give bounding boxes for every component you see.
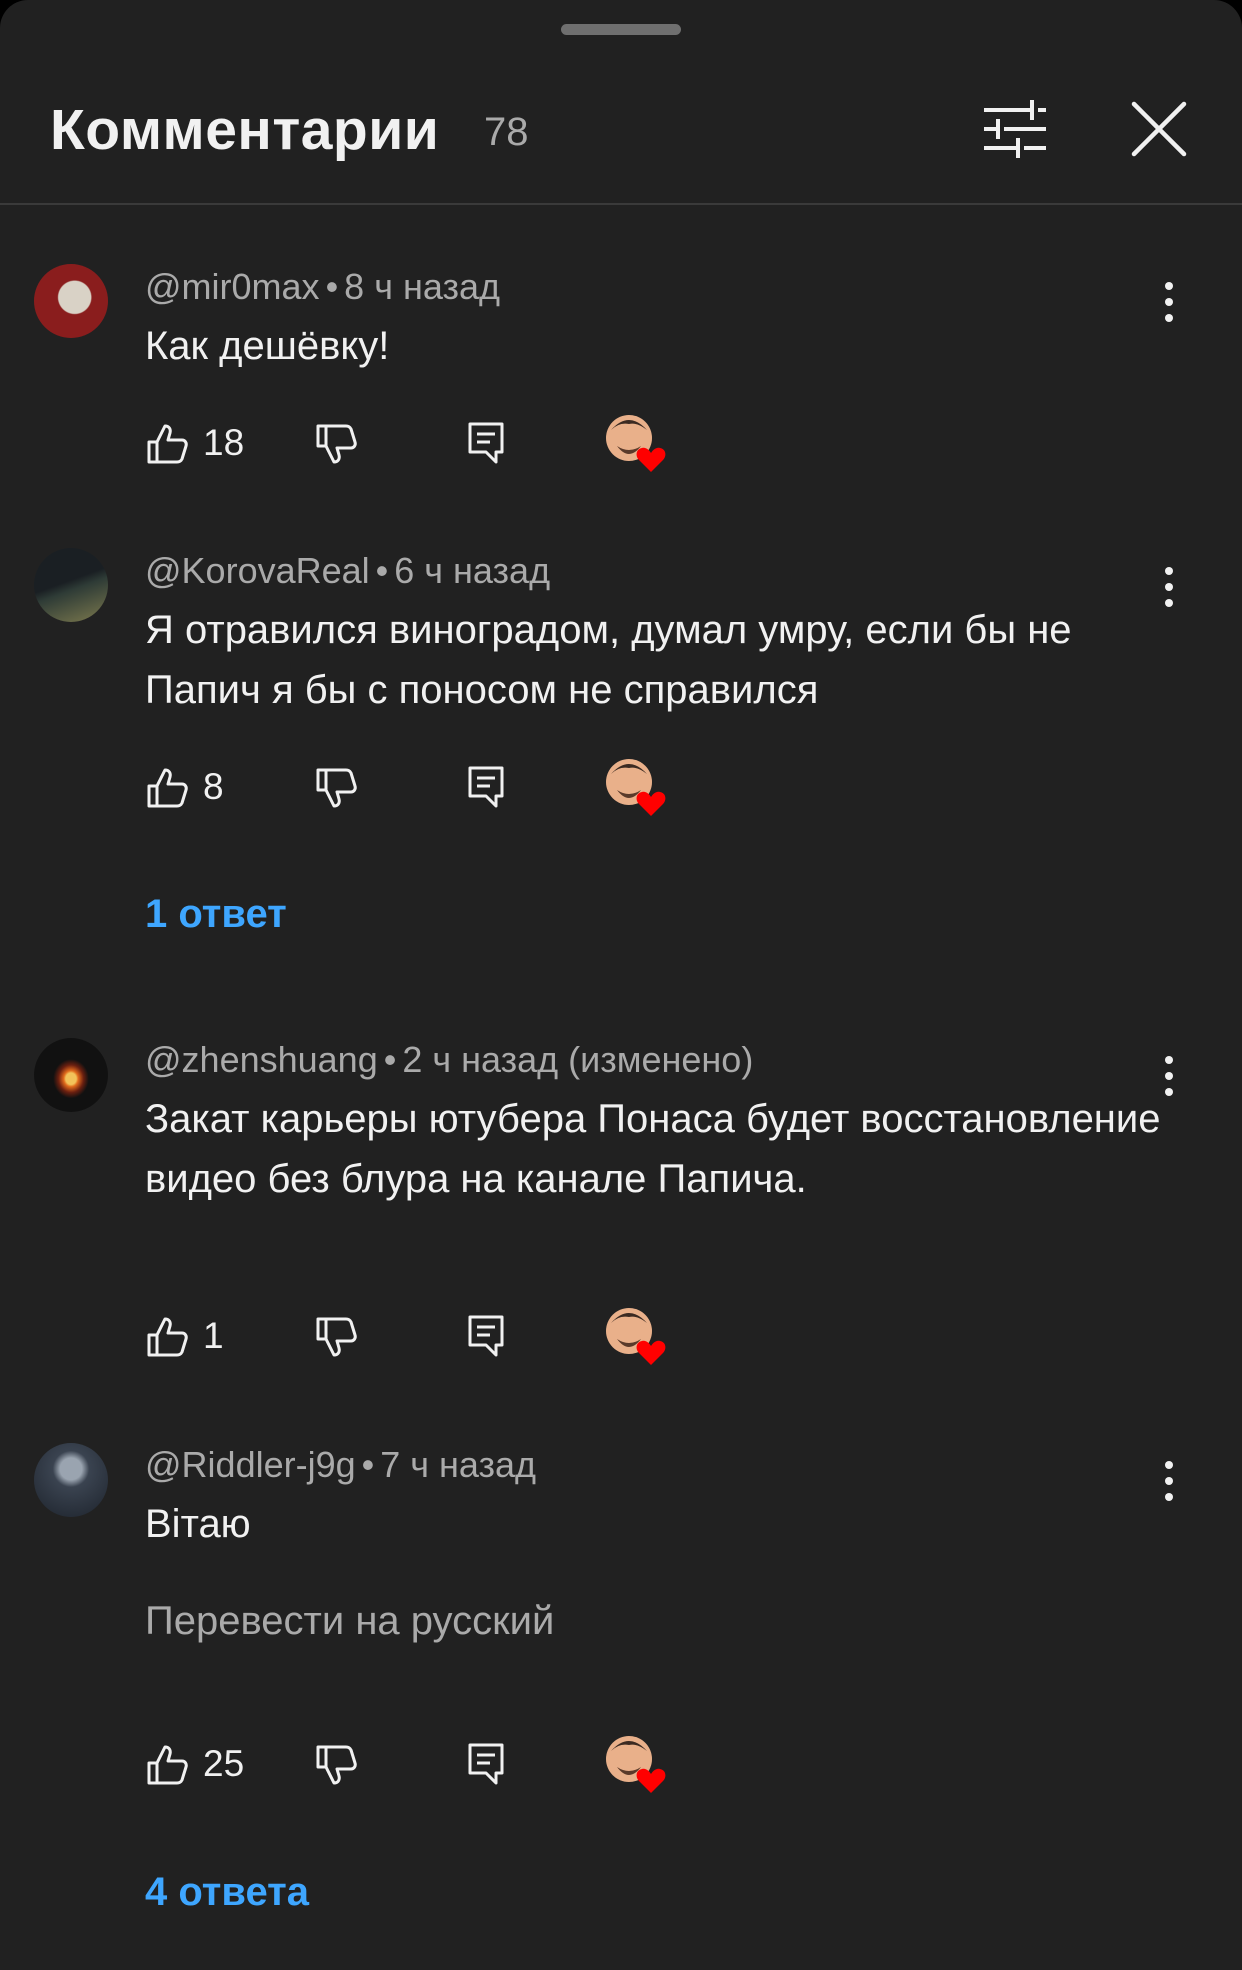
meta-separator: • — [325, 266, 339, 307]
creator-heart-icon — [606, 415, 666, 472]
comment-actions: 1 — [0, 1305, 1242, 1375]
comment-author[interactable]: @zhenshuang — [145, 1039, 378, 1080]
comment-author[interactable]: @Riddler-j9g — [145, 1444, 356, 1485]
creator-heart-icon — [606, 759, 666, 816]
avatar[interactable] — [34, 548, 108, 622]
like-count: 18 — [203, 422, 245, 463]
comment-time: 2 ч назад (изменено) — [402, 1039, 754, 1080]
comment-meta: @zhenshuang • 2 ч назад (изменено) — [145, 1035, 753, 1085]
avatar[interactable] — [34, 1038, 108, 1112]
comments-sheet: Комментарии 78 @mir0max • 8 ч назад Как де… — [0, 0, 1242, 1970]
reply-icon[interactable] — [466, 420, 506, 466]
reply-icon[interactable] — [466, 1741, 506, 1787]
like-count: 25 — [203, 1743, 245, 1784]
comment-actions: 25 — [0, 1733, 1242, 1803]
creator-heart-icon — [606, 1736, 666, 1793]
reply-icon[interactable] — [466, 764, 506, 810]
view-replies-link[interactable]: 4 ответа — [145, 1862, 309, 1922]
drag-handle[interactable] — [561, 24, 681, 35]
more-options-icon[interactable] — [1155, 563, 1183, 611]
comment-meta: @KorovaReal • 6 ч назад — [145, 546, 550, 596]
like-count: 8 — [203, 766, 224, 807]
reply-icon[interactable] — [466, 1313, 506, 1359]
close-icon[interactable] — [1126, 96, 1192, 162]
comment-count: 78 — [484, 110, 529, 154]
like-icon[interactable] — [145, 422, 189, 466]
like-icon[interactable] — [145, 1743, 189, 1787]
comment-time: 8 ч назад — [344, 266, 500, 307]
avatar[interactable] — [34, 1443, 108, 1517]
comment-actions: 18 — [0, 412, 1242, 482]
comment-author[interactable]: @mir0max — [145, 266, 320, 307]
comment-time: 6 ч назад — [394, 550, 551, 591]
sliders-icon[interactable] — [980, 96, 1050, 162]
dislike-icon[interactable] — [314, 422, 358, 466]
like-icon[interactable] — [145, 766, 189, 810]
more-options-icon[interactable] — [1155, 278, 1183, 326]
comment-time: 7 ч назад — [380, 1444, 537, 1485]
header-divider — [0, 203, 1242, 205]
comment-text: Как дешёвку! — [145, 324, 390, 368]
more-options-icon[interactable] — [1155, 1052, 1183, 1100]
avatar[interactable] — [34, 264, 108, 338]
dislike-icon[interactable] — [314, 1743, 358, 1787]
page-title: Комментарии — [50, 98, 440, 162]
comment-text: Я отравился виноградом, думал умру, если… — [145, 608, 1072, 712]
dislike-icon[interactable] — [314, 1315, 358, 1359]
dislike-icon[interactable] — [314, 766, 358, 810]
translate-link[interactable]: Перевести на русский — [145, 1591, 554, 1651]
comment-actions: 8 — [0, 756, 1242, 826]
comment-author[interactable]: @KorovaReal — [145, 550, 370, 591]
comment-meta: @Riddler-j9g • 7 ч назад — [145, 1440, 536, 1490]
meta-separator: • — [361, 1444, 375, 1485]
view-replies-link[interactable]: 1 ответ — [145, 884, 287, 944]
comment-text: Вітаю — [145, 1502, 251, 1546]
more-options-icon[interactable] — [1155, 1457, 1183, 1505]
like-count: 1 — [203, 1315, 224, 1356]
creator-heart-icon — [606, 1308, 666, 1365]
comment-meta: @mir0max • 8 ч назад — [145, 262, 500, 312]
meta-separator: • — [383, 1039, 397, 1080]
meta-separator: • — [375, 550, 389, 591]
comment-text: Закат карьеры ютубера Понаса будет восст… — [145, 1097, 1161, 1201]
like-icon[interactable] — [145, 1315, 189, 1359]
